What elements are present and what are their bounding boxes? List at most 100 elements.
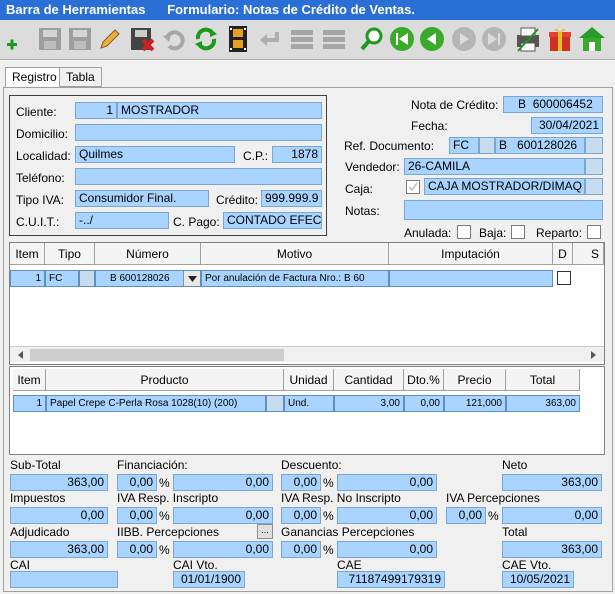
ref-doc-numero: 600128026 [517, 138, 578, 152]
total-field[interactable]: 363,00 [502, 541, 602, 558]
cae-field[interactable]: 71187499179319 [337, 571, 445, 588]
iva-ri-value-field[interactable]: 0,00 [173, 507, 273, 524]
baja-checkbox[interactable] [511, 225, 525, 239]
iva-rni-value-field[interactable]: 0,00 [337, 507, 437, 524]
cae-vto-field[interactable]: 10/05/2021 [502, 571, 574, 588]
grid1-header-motivo[interactable]: Motivo [201, 243, 389, 265]
grid2-header-item[interactable]: Item [13, 369, 46, 391]
grid2-cell-total[interactable]: 363,00 [506, 395, 580, 412]
descuento-value-field[interactable]: 0,00 [337, 474, 437, 491]
telefono-field[interactable] [75, 168, 322, 185]
grid1-cell-motivo[interactable]: Por anulación de Factura Nro.: B 60 [201, 270, 389, 287]
caja-field[interactable]: CAJA MOSTRADOR/DIMAQ [424, 178, 585, 195]
cliente-name-field[interactable]: MOSTRADOR [117, 102, 322, 119]
list-icon[interactable] [288, 24, 316, 54]
list2-icon[interactable] [320, 24, 348, 54]
save-as-icon[interactable] [66, 24, 94, 54]
cai-field[interactable] [10, 571, 118, 588]
first-icon[interactable] [388, 24, 416, 54]
next-icon[interactable] [450, 24, 478, 54]
cuit-field[interactable]: -../ [75, 212, 169, 229]
iva-perc-pct-field[interactable]: 0,00 [446, 507, 486, 524]
grid2-header-unidad[interactable]: Unidad [284, 369, 334, 391]
grid2-cell-producto[interactable]: Papel Crepe C-Perla Rosa 1028(10) (200) [46, 395, 266, 412]
undo-icon[interactable] [160, 24, 188, 54]
ref-doc-numero-field[interactable]: B 600128026 [495, 137, 585, 154]
tab-registro[interactable]: Registro [5, 67, 64, 88]
iva-ri-label: IVA Resp. Inscripto [117, 491, 219, 505]
gift-icon[interactable] [546, 24, 574, 54]
add-icon[interactable] [2, 24, 30, 54]
ref-doc-tipo-field[interactable]: FC [449, 137, 479, 154]
prev-icon[interactable] [418, 24, 446, 54]
cliente-code-field[interactable]: 1 [75, 102, 117, 119]
reparto-checkbox[interactable] [587, 225, 601, 239]
cpago-field[interactable]: CONTADO EFEC [223, 212, 322, 229]
grid2-cell-item[interactable]: 1 [13, 395, 46, 412]
descuento-pct-field[interactable]: 0,00 [281, 474, 321, 491]
localidad-field[interactable]: Quilmes [75, 146, 235, 163]
grid2-cell-cantidad[interactable]: 3,00 [334, 395, 404, 412]
neto-field[interactable]: 363,00 [502, 474, 602, 491]
credito-field[interactable]: 999.999.9 [261, 190, 322, 207]
domicilio-label: Domicilio: [16, 127, 69, 141]
home-icon[interactable] [578, 24, 606, 54]
iibb-more-button[interactable]: ... [257, 524, 273, 539]
grid2-cell-unidad[interactable]: Und. [284, 395, 334, 412]
grid1-cell-item[interactable]: 1 [10, 270, 45, 287]
iva-perc-value-field[interactable]: 0,00 [502, 507, 602, 524]
tab-tabla[interactable]: Tabla [59, 67, 102, 87]
grid2-header-total[interactable]: Total [506, 369, 580, 391]
adjudicado-field[interactable]: 363,00 [10, 541, 108, 558]
film-icon[interactable] [224, 24, 252, 54]
delete-icon[interactable] [128, 24, 156, 54]
grid1-cell-imputacion[interactable] [389, 270, 553, 287]
impuestos-field[interactable]: 0,00 [10, 507, 108, 524]
ganancias-pct-field[interactable]: 0,00 [281, 541, 321, 558]
cai-vto-field[interactable]: 01/01/1900 [173, 571, 245, 588]
edit-icon[interactable] [96, 24, 124, 54]
refresh-icon[interactable] [192, 24, 220, 54]
domicilio-field[interactable] [75, 124, 322, 141]
caja-checkbox[interactable] [406, 180, 420, 194]
fecha-field[interactable]: 30/04/2021 [531, 117, 603, 134]
iibb-pct-field[interactable]: 0,00 [117, 541, 157, 558]
tipo-iva-field[interactable]: Consumidor Final. [75, 190, 209, 207]
search-icon[interactable] [358, 24, 386, 54]
financiacion-value-field[interactable]: 0,00 [173, 474, 273, 491]
notas-field[interactable] [404, 200, 603, 220]
grid2-header-cantidad[interactable]: Cantidad [334, 369, 404, 391]
last-icon[interactable] [480, 24, 508, 54]
cp-field[interactable]: 1878 [272, 146, 322, 163]
grid2-cell-dto[interactable]: 0,00 [404, 395, 444, 412]
grid2-cell-precio[interactable]: 121,000 [444, 395, 506, 412]
grid1-header-imputacion[interactable]: Imputación [389, 243, 553, 265]
nota-credito-field[interactable]: B 600006452 [503, 96, 603, 113]
vendedor-field[interactable]: 26-CAMILA [404, 158, 585, 175]
grid2-cell-producto-btn[interactable] [266, 395, 284, 412]
grid1-cell-tipo-btn[interactable] [79, 270, 95, 287]
grid2-header-dto[interactable]: Dto.% [404, 369, 444, 391]
subtotal-field[interactable]: 363,00 [10, 474, 108, 491]
grid1-header-item[interactable]: Item [10, 243, 45, 265]
financiacion-pct-field[interactable]: 0,00 [117, 474, 157, 491]
cai-label: CAI [10, 558, 31, 572]
ganancias-value-field[interactable]: 0,00 [337, 541, 437, 558]
grid1-cell-d-checkbox[interactable] [557, 271, 571, 285]
horizontal-scrollbar[interactable] [10, 346, 604, 362]
grid1-header-tipo[interactable]: Tipo [45, 243, 95, 265]
grid1-header-d[interactable]: D [553, 243, 573, 265]
printer-icon[interactable] [514, 24, 542, 54]
iva-rni-pct-field[interactable]: 0,00 [281, 507, 321, 524]
grid1-header-s[interactable]: S [573, 243, 604, 265]
grid1-cell-tipo[interactable]: FC [45, 270, 79, 287]
back-arrow-icon[interactable] [256, 24, 284, 54]
iibb-value-field[interactable]: 0,00 [173, 541, 273, 558]
save-icon[interactable] [36, 24, 64, 54]
chevron-down-icon[interactable] [183, 271, 200, 286]
iva-ri-pct-field[interactable]: 0,00 [117, 507, 157, 524]
anulada-checkbox[interactable] [457, 225, 471, 239]
grid2-header-precio[interactable]: Precio [444, 369, 506, 391]
grid1-header-numero[interactable]: Número [95, 243, 201, 265]
grid2-header-producto[interactable]: Producto [46, 369, 284, 391]
